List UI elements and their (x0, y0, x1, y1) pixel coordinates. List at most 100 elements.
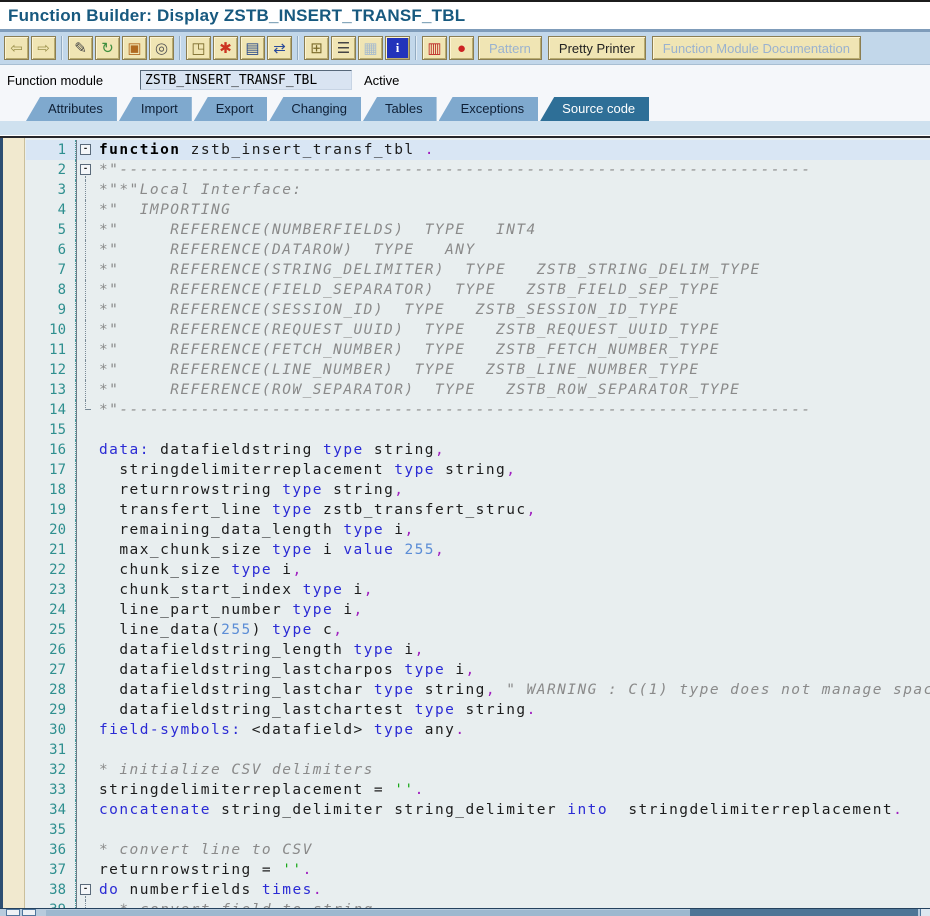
code-text[interactable]: *" REFERENCE(REQUEST_UUID) TYPE ZSTB_REQ… (95, 320, 930, 340)
code-line[interactable]: 33stringdelimiterreplacement = ''. (26, 780, 930, 800)
code-line[interactable]: 13*" REFERENCE(ROW_SEPARATOR) TYPE ZSTB_… (26, 380, 930, 400)
code-text[interactable]: datafieldstring_lastcharpos type i, (95, 660, 930, 680)
code-text[interactable] (95, 420, 930, 440)
code-text[interactable]: *" REFERENCE(NUMBERFIELDS) TYPE INT4 (95, 220, 930, 240)
code-text[interactable]: transfert_line type zstb_transfert_struc… (95, 500, 930, 520)
tab-tables[interactable]: Tables (363, 97, 437, 121)
horizontal-scrollbar[interactable] (0, 908, 930, 916)
scroll-left-icon[interactable] (6, 909, 20, 916)
code-line[interactable]: 27 datafieldstring_lastcharpos type i, (26, 660, 930, 680)
code-text[interactable]: chunk_start_index type i, (95, 580, 930, 600)
performance-icon[interactable]: ▥ (422, 36, 447, 60)
code-line[interactable]: 3*"*"Local Interface: (26, 180, 930, 200)
abap-source-editor[interactable]: 1-function zstb_insert_transf_tbl .2-*"-… (0, 136, 930, 916)
navigation-icon[interactable]: ⇄ (267, 36, 292, 60)
tab-changing[interactable]: Changing (269, 97, 361, 121)
code-line[interactable]: 38-do numberfields times. (26, 880, 930, 900)
code-line[interactable]: 15 (26, 420, 930, 440)
scroll-right-icon[interactable] (22, 909, 36, 916)
code-line[interactable]: 19 transfert_line type zstb_transfert_st… (26, 500, 930, 520)
code-text[interactable]: returnrowstring type string, (95, 480, 930, 500)
fold-collapse-icon[interactable]: - (80, 164, 91, 175)
info-icon[interactable]: i (385, 36, 410, 60)
code-text[interactable]: stringdelimiterreplacement = ''. (95, 780, 930, 800)
code-text[interactable]: returnrowstring = ''. (95, 860, 930, 880)
code-line[interactable]: 21 max_chunk_size type i value 255, (26, 540, 930, 560)
code-text[interactable]: datafieldstring_lastchar type string, " … (95, 680, 930, 700)
code-line[interactable]: 14*"------------------------------------… (26, 400, 930, 420)
code-text[interactable]: max_chunk_size type i value 255, (95, 540, 930, 560)
code-line[interactable]: 36* convert line to CSV (26, 840, 930, 860)
code-line[interactable]: 6*" REFERENCE(DATAROW) TYPE ANY (26, 240, 930, 260)
code-line[interactable]: 16data: datafieldstring type string, (26, 440, 930, 460)
tab-import[interactable]: Import (119, 97, 192, 121)
code-text[interactable]: concatenate string_delimiter string_deli… (95, 800, 930, 820)
code-text[interactable]: *" IMPORTING (95, 200, 930, 220)
code-text[interactable]: remaining_data_length type i, (95, 520, 930, 540)
function-module-input[interactable] (140, 70, 352, 90)
runtime-analysis-icon[interactable]: ▤ (240, 36, 265, 60)
code-text[interactable]: field-symbols: <datafield> type any. (95, 720, 930, 740)
code-text[interactable]: datafieldstring_length type i, (95, 640, 930, 660)
code-line[interactable]: 8*" REFERENCE(FIELD_SEPARATOR) TYPE ZSTB… (26, 280, 930, 300)
forward-icon[interactable]: ⇨ (31, 36, 56, 60)
code-line[interactable]: 26 datafieldstring_length type i, (26, 640, 930, 660)
code-text[interactable]: *"*"Local Interface: (95, 180, 930, 200)
code-line[interactable]: 30field-symbols: <datafield> type any. (26, 720, 930, 740)
copy-icon[interactable]: ▣ (122, 36, 147, 60)
editor-breakpoint-margin[interactable] (3, 138, 25, 916)
display-change-icon[interactable]: ✎ (68, 36, 93, 60)
code-text[interactable]: *" REFERENCE(FETCH_NUMBER) TYPE ZSTB_FET… (95, 340, 930, 360)
code-line[interactable]: 32* initialize CSV delimiters (26, 760, 930, 780)
code-line[interactable]: 34concatenate string_delimiter string_de… (26, 800, 930, 820)
code-line[interactable]: 4*" IMPORTING (26, 200, 930, 220)
code-text[interactable]: * initialize CSV delimiters (95, 760, 930, 780)
back-icon[interactable]: ⇦ (4, 36, 29, 60)
tab-source-code[interactable]: Source code (540, 97, 649, 121)
code-text[interactable]: *" REFERENCE(STRING_DELIMITER) TYPE ZSTB… (95, 260, 930, 280)
code-line[interactable]: 5*" REFERENCE(NUMBERFIELDS) TYPE INT4 (26, 220, 930, 240)
refresh-icon[interactable]: ↻ (95, 36, 120, 60)
code-line[interactable]: 31 (26, 740, 930, 760)
tab-exceptions[interactable]: Exceptions (439, 97, 539, 121)
code-text[interactable]: function zstb_insert_transf_tbl . (95, 140, 930, 160)
code-line[interactable]: 22 chunk_size type i, (26, 560, 930, 580)
code-text[interactable]: *"--------------------------------------… (95, 400, 930, 420)
code-line[interactable]: 20 remaining_data_length type i, (26, 520, 930, 540)
code-text[interactable]: line_data(255) type c, (95, 620, 930, 640)
scrollbar-thumb[interactable] (690, 909, 918, 916)
code-text[interactable]: data: datafieldstring type string, (95, 440, 930, 460)
other-object-icon[interactable]: ◎ (149, 36, 174, 60)
fold-collapse-icon[interactable]: - (80, 884, 91, 895)
code-text[interactable]: *" REFERENCE(SESSION_ID) TYPE ZSTB_SESSI… (95, 300, 930, 320)
code-text[interactable]: datafieldstring_lastchartest type string… (95, 700, 930, 720)
code-line[interactable]: 28 datafieldstring_lastchar type string,… (26, 680, 930, 700)
code-line[interactable]: 17 stringdelimiterreplacement type strin… (26, 460, 930, 480)
pretty-printer-button[interactable]: Pretty Printer (548, 36, 646, 60)
scrollbar-track[interactable] (46, 910, 690, 916)
hierarchy-icon[interactable]: ⊞ (304, 36, 329, 60)
code-line[interactable]: 7*" REFERENCE(STRING_DELIMITER) TYPE ZST… (26, 260, 930, 280)
code-text[interactable]: *"--------------------------------------… (95, 160, 930, 180)
code-text[interactable] (95, 740, 930, 760)
test-icon[interactable]: ✱ (213, 36, 238, 60)
code-line[interactable]: 11*" REFERENCE(FETCH_NUMBER) TYPE ZSTB_F… (26, 340, 930, 360)
code-text[interactable] (95, 820, 930, 840)
code-line[interactable]: 2-*"------------------------------------… (26, 160, 930, 180)
stack-icon[interactable]: ☰ (331, 36, 356, 60)
tab-export[interactable]: Export (194, 97, 268, 121)
code-line[interactable]: 18 returnrowstring type string, (26, 480, 930, 500)
fold-collapse-icon[interactable]: - (80, 144, 91, 155)
code-text[interactable]: *" REFERENCE(LINE_NUMBER) TYPE ZSTB_LINE… (95, 360, 930, 380)
where-used-icon[interactable]: ◳ (186, 36, 211, 60)
code-line[interactable]: 35 (26, 820, 930, 840)
code-line[interactable]: 37returnrowstring = ''. (26, 860, 930, 880)
tab-attributes[interactable]: Attributes (26, 97, 117, 121)
stop-user-icon[interactable]: ● (449, 36, 474, 60)
code-line[interactable]: 9*" REFERENCE(SESSION_ID) TYPE ZSTB_SESS… (26, 300, 930, 320)
code-text[interactable]: do numberfields times. (95, 880, 930, 900)
code-text[interactable]: *" REFERENCE(ROW_SEPARATOR) TYPE ZSTB_RO… (95, 380, 930, 400)
code-text[interactable]: *" REFERENCE(FIELD_SEPARATOR) TYPE ZSTB_… (95, 280, 930, 300)
code-text[interactable]: stringdelimiterreplacement type string, (95, 460, 930, 480)
code-text[interactable]: *" REFERENCE(DATAROW) TYPE ANY (95, 240, 930, 260)
